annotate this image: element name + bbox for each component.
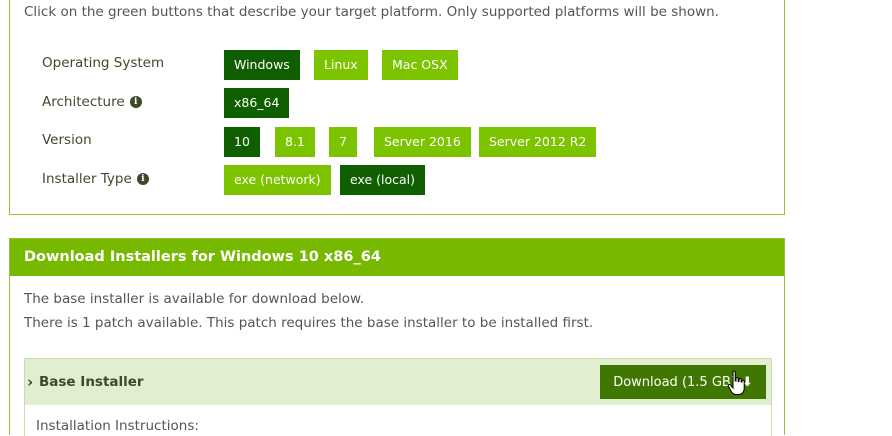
version-label-text: Version — [42, 132, 92, 148]
hand-cursor-icon — [727, 370, 745, 395]
version-option-server-2012-r2[interactable]: Server 2012 R2 — [479, 127, 597, 157]
download-info-line-2: There is 1 patch available. This patch r… — [24, 315, 594, 331]
installer-option-exe-network[interactable]: exe (network) — [224, 165, 331, 195]
selector-intro: Click on the green buttons that describe… — [24, 4, 719, 20]
installer-type-label-text: Installer Type — [42, 171, 132, 187]
base-installer-header[interactable]: › Base Installer Download (1.5 GB) ⬇ — [25, 359, 771, 405]
version-option-10[interactable]: 10 — [224, 127, 260, 157]
base-installer-section: › Base Installer Download (1.5 GB) ⬇ Ins… — [24, 358, 772, 436]
version-option-7[interactable]: 7 — [329, 127, 357, 157]
os-option-windows[interactable]: Windows — [224, 50, 300, 80]
base-installer-title: Base Installer — [39, 374, 144, 390]
installation-instructions-label: Installation Instructions: — [36, 418, 199, 434]
download-panel: Download Installers for Windows 10 x86_6… — [9, 238, 785, 436]
os-option-linux[interactable]: Linux — [314, 50, 368, 80]
platform-selector-panel: Click on the green buttons that describe… — [9, 0, 785, 215]
version-option-server-2016[interactable]: Server 2016 — [374, 127, 471, 157]
installer-option-exe-local[interactable]: exe (local) — [340, 165, 426, 195]
version-label: Version — [42, 132, 92, 148]
download-info-line-1: The base installer is available for down… — [24, 291, 365, 307]
os-label: Operating System — [42, 55, 164, 71]
architecture-label: Architecture i — [42, 94, 142, 110]
os-option-macosx[interactable]: Mac OSX — [382, 50, 458, 80]
version-option-8-1[interactable]: 8.1 — [275, 127, 315, 157]
info-icon[interactable]: i — [136, 173, 149, 185]
installer-type-label: Installer Type i — [42, 171, 149, 187]
os-label-text: Operating System — [42, 55, 165, 71]
info-icon[interactable]: i — [129, 96, 142, 108]
download-button-label: Download (1.5 GB) — [613, 374, 736, 390]
arch-option-x86-64[interactable]: x86_64 — [224, 88, 290, 118]
chevron-right-icon[interactable]: › — [27, 373, 39, 391]
architecture-label-text: Architecture — [42, 94, 125, 110]
download-header: Download Installers for Windows 10 x86_6… — [10, 239, 784, 276]
